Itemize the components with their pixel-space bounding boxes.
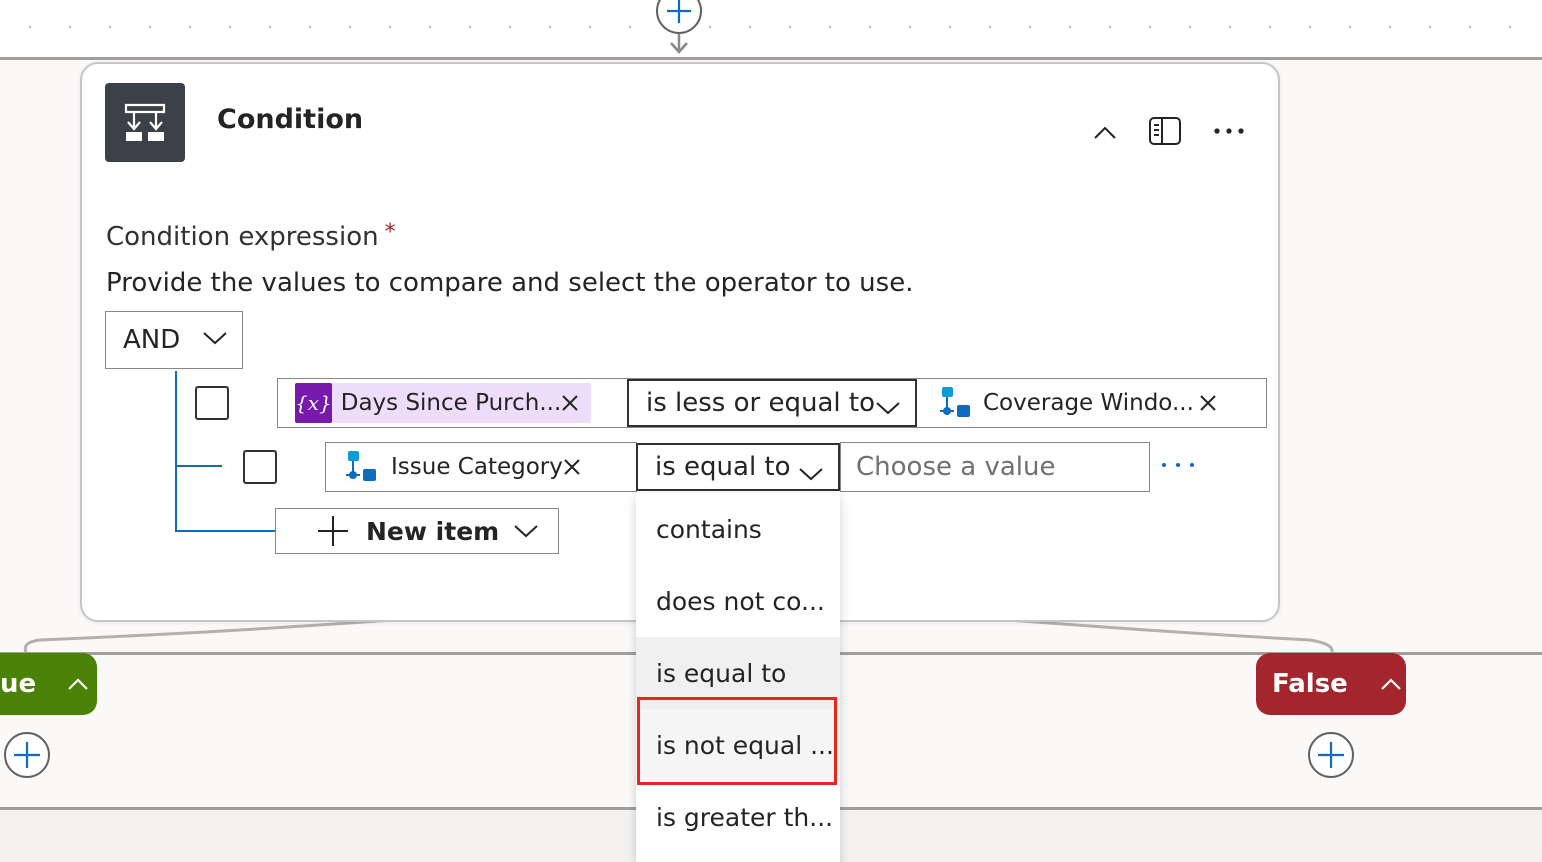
- dropdown-option[interactable]: is greater th...: [636, 781, 840, 853]
- true-branch-label: ue: [0, 669, 37, 699]
- add-true-action-button[interactable]: [4, 732, 50, 778]
- token-label: Coverage Windo...: [983, 390, 1194, 416]
- false-branch-header[interactable]: False: [1256, 653, 1406, 715]
- new-item-button[interactable]: New item: [275, 508, 559, 554]
- dataverse-icon: [940, 387, 970, 417]
- token-label: Issue Category: [391, 454, 563, 480]
- false-branch-label: False: [1272, 669, 1348, 699]
- dynamic-content-token[interactable]: Coverage Windo...: [937, 383, 1227, 423]
- value-placeholder: Choose a value: [856, 452, 1056, 482]
- true-branch-header[interactable]: ue: [0, 653, 97, 715]
- value-input[interactable]: Choose a value: [840, 442, 1150, 492]
- highlight-annotation: [637, 697, 837, 785]
- token-label: Days Since Purch...: [340, 390, 562, 416]
- operator-select-open[interactable]: is equal to: [636, 443, 840, 491]
- close-icon: [564, 459, 580, 475]
- add-false-action-button[interactable]: [1308, 732, 1354, 778]
- dataverse-icon: [346, 451, 376, 481]
- remove-token-button[interactable]: [561, 394, 579, 412]
- variable-icon: {x}: [295, 383, 332, 423]
- chevron-down-icon: [799, 468, 823, 481]
- chevron-down-icon: [876, 402, 900, 415]
- dynamic-content-token[interactable]: Issue Category: [343, 447, 591, 487]
- dot: [1162, 463, 1166, 467]
- close-icon: [562, 395, 578, 411]
- plus-icon: [14, 742, 40, 768]
- dropdown-option[interactable]: does not co...: [636, 565, 840, 637]
- more-options-button[interactable]: [1208, 118, 1250, 144]
- dropdown-option[interactable]: contains: [636, 493, 840, 565]
- row-checkbox[interactable]: [243, 450, 277, 484]
- operator-value: is equal to: [655, 452, 791, 482]
- new-item-label: New item: [366, 516, 500, 546]
- plus-icon: [1318, 742, 1344, 768]
- operator-value: is less or equal to: [646, 388, 875, 418]
- row-checkbox[interactable]: [195, 386, 229, 420]
- remove-token-button[interactable]: [1199, 394, 1217, 412]
- chevron-up-icon: [1094, 126, 1116, 139]
- chevron-up-icon: [68, 678, 88, 690]
- collapse-button[interactable]: [1088, 116, 1122, 150]
- chevron-up-icon: [1381, 678, 1401, 690]
- dot: [1176, 463, 1180, 467]
- operator-dropdown-list: contains does not co... is equal to is n…: [636, 493, 840, 862]
- row-more-button[interactable]: [1162, 453, 1194, 477]
- dot: [1190, 463, 1194, 467]
- remove-token-button[interactable]: [563, 458, 581, 476]
- side-panel-button[interactable]: [1146, 113, 1184, 149]
- chevron-down-icon: [514, 525, 538, 538]
- variable-token[interactable]: {x} Days Since Purch...: [295, 383, 591, 423]
- operator-select[interactable]: is less or equal to: [627, 379, 917, 427]
- more-horizontal-icon: [1214, 128, 1244, 134]
- side-panel-icon: [1149, 117, 1181, 145]
- plus-icon: [667, 0, 691, 23]
- plus-icon: [318, 516, 348, 546]
- close-icon: [1200, 395, 1216, 411]
